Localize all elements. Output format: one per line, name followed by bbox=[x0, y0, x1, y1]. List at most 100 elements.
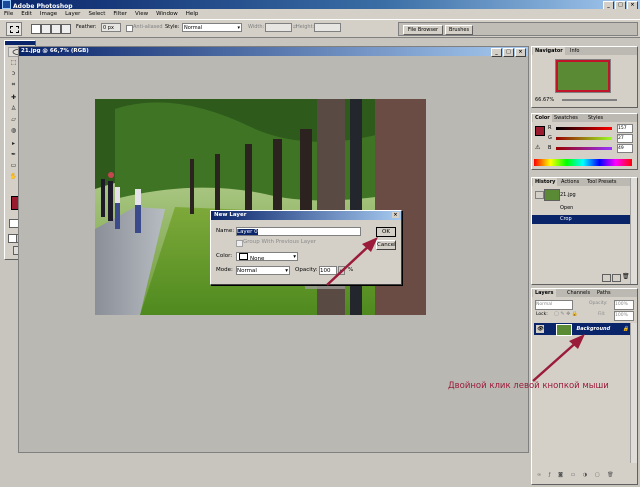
tab-color[interactable]: Color bbox=[533, 114, 552, 122]
menu-layer[interactable]: Layer bbox=[61, 11, 84, 17]
menu-file[interactable]: File bbox=[0, 11, 17, 17]
document-window-controls: _ □ × bbox=[491, 48, 526, 57]
group-previous-checkbox[interactable] bbox=[236, 240, 243, 247]
new-document-icon[interactable] bbox=[602, 274, 611, 282]
menu-edit[interactable]: Edit bbox=[17, 11, 36, 17]
trash-icon[interactable]: 🗑 bbox=[622, 273, 630, 280]
red-slider[interactable] bbox=[556, 127, 612, 130]
navigator-panel: Navigator Info 66.67% bbox=[531, 46, 638, 108]
adjustment-layer-icon[interactable]: ◑ bbox=[583, 472, 587, 478]
layers-opacity-input[interactable]: 100% bbox=[614, 300, 634, 310]
tab-navigator[interactable]: Navigator bbox=[533, 47, 565, 55]
history-brush-source-icon[interactable] bbox=[535, 191, 544, 199]
menu-window[interactable]: Window bbox=[152, 11, 182, 17]
photoshop-icon bbox=[2, 0, 11, 9]
opacity-dropdown-icon[interactable]: ▸ bbox=[338, 266, 345, 275]
navigator-thumbnail[interactable] bbox=[555, 59, 611, 93]
marquee-tool-preset-button[interactable] bbox=[6, 22, 22, 36]
new-selection-icon[interactable] bbox=[31, 24, 41, 34]
width-label: Width: bbox=[248, 24, 265, 30]
brushes-tab[interactable]: Brushes bbox=[445, 25, 473, 35]
group-previous-label: Group With Previous Layer bbox=[243, 239, 317, 245]
tab-history[interactable]: History bbox=[533, 178, 558, 186]
history-item[interactable]: Open bbox=[532, 204, 631, 213]
blue-value[interactable]: 49 bbox=[617, 144, 633, 153]
tab-tool-presets[interactable]: Tool Presets bbox=[585, 178, 619, 186]
history-scrollbar[interactable] bbox=[630, 178, 637, 284]
layer-name: Background bbox=[576, 326, 611, 332]
red-channel-label: R bbox=[548, 125, 552, 131]
zoom-slider[interactable] bbox=[562, 99, 617, 101]
tab-layers[interactable]: Layers bbox=[533, 289, 556, 297]
tab-channels[interactable]: Channels bbox=[565, 289, 592, 297]
file-browser-tab[interactable]: File Browser bbox=[403, 25, 443, 35]
layer-style-icon[interactable]: ƒ bbox=[549, 472, 551, 478]
green-slider[interactable] bbox=[556, 137, 612, 140]
cancel-button[interactable]: Cancel bbox=[376, 240, 396, 250]
history-item-label: Open bbox=[560, 205, 574, 211]
chevron-down-icon: ▾ bbox=[237, 25, 240, 31]
blue-slider[interactable] bbox=[556, 147, 612, 150]
add-selection-icon[interactable] bbox=[41, 24, 51, 34]
mode-chevron-down-icon: ▾ bbox=[285, 268, 288, 274]
blend-mode-select[interactable]: Normal bbox=[535, 300, 573, 310]
doc-minimize-button[interactable]: _ bbox=[491, 48, 502, 57]
tab-swatches[interactable]: Swatches bbox=[552, 114, 580, 122]
lock-label: Lock: bbox=[536, 312, 548, 317]
feather-input[interactable]: 0 px bbox=[101, 23, 121, 32]
history-item-selected[interactable]: Crop bbox=[532, 215, 631, 224]
color-select[interactable]: None ▾ bbox=[236, 252, 298, 262]
menu-image[interactable]: Image bbox=[36, 11, 61, 17]
doc-maximize-button[interactable]: □ bbox=[503, 48, 514, 57]
color-chevron-down-icon: ▾ bbox=[293, 254, 296, 260]
color-foreground-swatch[interactable] bbox=[535, 126, 545, 136]
layers-scrollbar[interactable] bbox=[630, 323, 637, 463]
style-label: Style: bbox=[165, 24, 180, 30]
menu-help[interactable]: Help bbox=[182, 11, 203, 17]
layer-name-input[interactable]: Layer 0 bbox=[236, 227, 361, 236]
layer-mask-icon[interactable]: ◙ bbox=[558, 472, 563, 478]
delete-layer-icon[interactable]: 🗑 bbox=[607, 472, 613, 478]
background-layer-row[interactable]: 👁 Background 🔒 bbox=[534, 323, 632, 336]
lock-icons[interactable]: ▢ ✎ ✥ 🔒 bbox=[554, 311, 578, 317]
history-panel: History Actions Tool Presets 21.jpg Open… bbox=[531, 177, 638, 285]
rectangle-marquee-icon bbox=[10, 26, 19, 33]
red-value[interactable]: 157 bbox=[617, 124, 633, 133]
new-set-icon[interactable]: ▭ bbox=[571, 472, 576, 478]
height-input[interactable] bbox=[314, 23, 341, 32]
tab-actions[interactable]: Actions bbox=[559, 178, 581, 186]
dialog-title-text: New Layer bbox=[214, 212, 247, 218]
link-layers-icon[interactable]: ∞ bbox=[537, 472, 541, 478]
green-value[interactable]: 27 bbox=[617, 134, 633, 143]
menu-select[interactable]: Select bbox=[84, 11, 109, 17]
subtract-selection-icon[interactable] bbox=[51, 24, 61, 34]
navigator-view-box[interactable] bbox=[556, 60, 610, 92]
dialog-close-button[interactable]: × bbox=[392, 212, 399, 218]
menu-filter[interactable]: Filter bbox=[109, 11, 131, 17]
palette-well: File Browser Brushes bbox=[398, 22, 638, 36]
ok-button[interactable]: OK bbox=[376, 227, 396, 237]
anti-aliased-checkbox[interactable] bbox=[126, 25, 133, 32]
navigator-zoom[interactable]: 66.67% bbox=[535, 97, 554, 103]
opacity-label: Opacity: bbox=[295, 267, 318, 273]
opacity-input[interactable]: 100 bbox=[319, 266, 337, 275]
doc-close-button[interactable]: × bbox=[515, 48, 526, 57]
new-layer-icon[interactable]: ▢ bbox=[595, 472, 600, 478]
style-select[interactable]: Normal ▾ bbox=[182, 23, 242, 32]
intersect-selection-icon[interactable] bbox=[61, 24, 71, 34]
new-snapshot-icon[interactable] bbox=[612, 274, 621, 282]
fill-input[interactable]: 100% bbox=[614, 311, 634, 321]
snapshot-name[interactable]: 21.jpg bbox=[560, 192, 576, 198]
app-title-bar: Adobe Photoshop _ □ × bbox=[0, 0, 640, 10]
eye-icon[interactable]: 👁 bbox=[536, 325, 544, 333]
color-ramp[interactable] bbox=[534, 159, 632, 166]
tab-info[interactable]: Info bbox=[568, 47, 581, 55]
style-value: Normal bbox=[184, 25, 203, 31]
snapshot-thumbnail[interactable] bbox=[544, 189, 560, 201]
mode-select[interactable]: Normal ▾ bbox=[236, 266, 290, 275]
tab-styles[interactable]: Styles bbox=[586, 114, 605, 122]
width-input[interactable] bbox=[265, 23, 292, 32]
tab-paths[interactable]: Paths bbox=[595, 289, 613, 297]
menu-view[interactable]: View bbox=[131, 11, 152, 17]
document-title-bar: 21.jpg @ 66,7% (RGB) _ □ × bbox=[19, 47, 528, 57]
